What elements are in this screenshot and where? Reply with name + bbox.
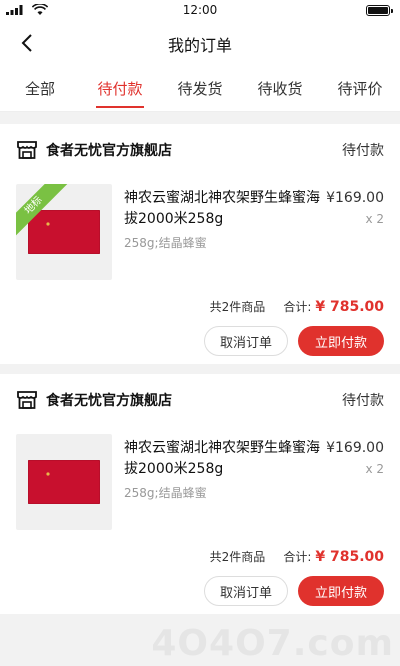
tab-pending-payment[interactable]: 待付款 <box>80 66 160 111</box>
order-total: ¥ 785.00 <box>315 299 384 315</box>
product-image[interactable]: 地标 <box>16 184 112 280</box>
cancel-order-button[interactable]: 取消订单 <box>204 576 288 606</box>
page-title: 我的订单 <box>167 36 232 55</box>
product-quantity: x 2 <box>365 462 384 476</box>
order-summary: 共2件商品 合计: ¥ 785.00 <box>210 298 384 315</box>
shop-row[interactable]: 食者无忧官方旗舰店 待付款 <box>16 386 384 414</box>
total-label: 合计: <box>283 300 312 314</box>
status-bar: 12:00 <box>0 0 400 22</box>
battery-icon <box>366 5 393 16</box>
tab-pending-review[interactable]: 待评价 <box>320 66 400 111</box>
shop-name: 食者无忧官方旗舰店 <box>46 393 172 409</box>
order-tabs: 全部 待付款 待发货 待收货 待评价 <box>0 66 400 112</box>
pay-now-button[interactable]: 立即付款 <box>298 326 384 356</box>
honey-box-image <box>28 210 100 254</box>
order-status: 待付款 <box>342 393 384 409</box>
honey-box-image <box>28 460 100 504</box>
product-image[interactable] <box>16 434 112 530</box>
store-icon <box>17 141 37 159</box>
status-time: 12:00 <box>182 3 218 17</box>
tab-pending-shipment[interactable]: 待发货 <box>160 66 240 111</box>
cancel-order-button[interactable]: 取消订单 <box>204 326 288 356</box>
nav-bar: 我的订单 <box>0 22 400 66</box>
product-title[interactable]: 神农云蜜湖北神农架野生蜂蜜海拔2000米258g <box>124 438 320 480</box>
shop-row[interactable]: 食者无忧官方旗舰店 待付款 <box>16 136 384 164</box>
total-label: 合计: <box>283 550 312 564</box>
order-summary: 共2件商品 合计: ¥ 785.00 <box>210 548 384 565</box>
product-spec: 258g;结晶蜂蜜 <box>124 486 207 500</box>
pay-now-button[interactable]: 立即付款 <box>298 576 384 606</box>
order-card: 食者无忧官方旗舰店 待付款 地标 神农云蜜湖北神农架野生蜂蜜海拔2000米258… <box>0 124 400 364</box>
product-quantity: x 2 <box>365 212 384 226</box>
shop-name: 食者无忧官方旗舰店 <box>46 143 172 159</box>
product-title[interactable]: 神农云蜜湖北神农架野生蜂蜜海拔2000米258g <box>124 188 320 230</box>
watermark: 4O4O7.com <box>151 623 394 664</box>
item-count: 共2件商品 <box>209 550 266 564</box>
tab-all[interactable]: 全部 <box>0 66 80 111</box>
tab-pending-receipt[interactable]: 待收货 <box>240 66 320 111</box>
product-price: ¥169.00 <box>326 190 384 206</box>
order-status: 待付款 <box>342 143 384 159</box>
product-price: ¥169.00 <box>326 440 384 456</box>
item-count: 共2件商品 <box>209 300 266 314</box>
order-total: ¥ 785.00 <box>315 549 384 565</box>
order-card: 食者无忧官方旗舰店 待付款 神农云蜜湖北神农架野生蜂蜜海拔2000米258g 2… <box>0 374 400 614</box>
store-icon <box>17 391 37 409</box>
product-spec: 258g;结晶蜂蜜 <box>124 236 207 250</box>
